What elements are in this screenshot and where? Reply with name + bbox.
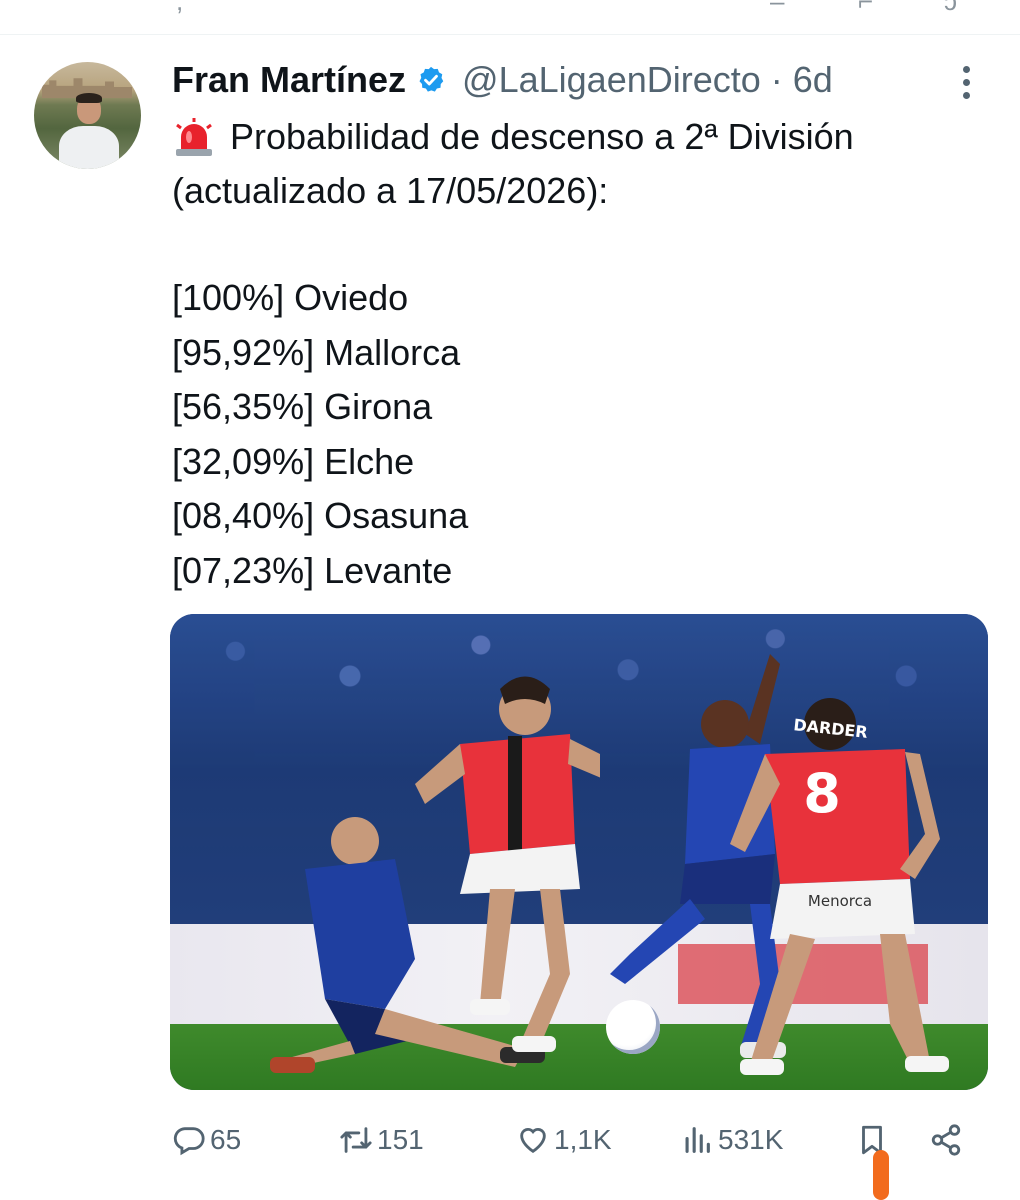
share-icon [931,1124,961,1156]
list-item: [56,35%] Girona [172,386,433,427]
reply-button[interactable]: 65 [172,1110,241,1170]
author-name[interactable]: Fran Martínez [172,59,406,101]
share-button[interactable] [929,1110,963,1170]
list-item: [95,92%] Mallorca [172,331,461,373]
tweet-text: Probabilidad de descenso a 2ª División (… [172,110,854,218]
author-handle[interactable]: @LaLigaenDirecto [462,59,761,101]
views-count: 531K [718,1124,784,1155]
list-item: [100%] Oviedo [172,277,409,318]
meta-separator: · [770,59,783,100]
tweet-photo[interactable]: 8 DARDER Menorca [170,614,988,1090]
siren-emoji-icon [172,117,216,157]
list-item: [08,40%] Osasuna [172,495,469,536]
verified-badge-icon [419,66,444,92]
previous-tweet-edge: , – ⌐ ɔ [0,0,1020,35]
prev-bookmark-icon-fragment: ⌐ [858,0,874,16]
photo-player-red-number-8: 8 DARDER Menorca [730,698,949,1075]
tweet-header: Fran Martínez @LaLigaenDirecto · 6d [172,52,833,108]
jersey-number: 8 [803,762,841,825]
jersey-sponsor: Menorca [808,892,872,910]
tweet-timestamp[interactable]: 6d [793,59,833,101]
prev-views-icon-fragment: – [770,0,785,16]
list-item: [32,09%] Elche [172,440,415,482]
views-button[interactable]: 531K [680,1110,783,1170]
prev-reply-icon-fragment: , [176,0,184,16]
list-item: [07,23%] Levante [172,549,453,591]
repost-count: 151 [377,1124,424,1155]
views-icon [685,1127,710,1153]
prev-share-icon-fragment: ɔ [944,0,957,16]
photo-player-red-center [415,676,600,1052]
like-icon [520,1128,546,1154]
tweet-actions-bar: 65 151 1,1K 531K [172,1110,972,1170]
headline-line-2: (actualizado a 17/05/2026): [172,170,609,211]
repost-icon [340,1127,372,1153]
like-button[interactable]: 1,1K [516,1110,612,1170]
jersey-name: DARDER [793,715,869,742]
reply-icon [173,1127,205,1156]
like-count: 1,1K [554,1124,612,1155]
author-avatar[interactable] [34,62,141,169]
probability-list: [100%] Oviedo [95,92%] Mallorca [56,35%]… [172,271,468,598]
reply-count: 65 [210,1124,242,1155]
more-icon[interactable] [956,66,976,106]
repost-button[interactable]: 151 [339,1110,424,1170]
scroll-indicator[interactable] [873,1150,889,1200]
photo-football [606,1000,660,1054]
headline-line-1: Probabilidad de descenso a 2ª División [230,116,854,157]
